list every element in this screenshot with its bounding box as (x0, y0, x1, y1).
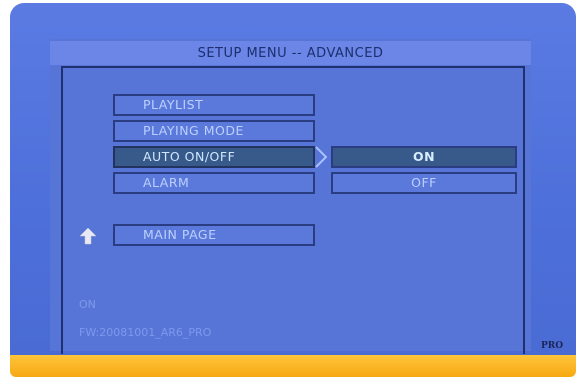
menu-item-label: AUTO ON/OFF (143, 149, 236, 164)
chevron-right-icon (315, 146, 328, 168)
option-off[interactable]: OFF (331, 172, 517, 194)
status-value: ON (79, 298, 96, 311)
option-label: ON (412, 149, 436, 164)
menu-item-label: PLAYLIST (143, 97, 204, 112)
menu-title: SETUP MENU -- ADVANCED (197, 45, 384, 61)
firmware-version: FW:20081001_AR6_PRO (79, 326, 212, 339)
menu-item-label: ALARM (143, 175, 190, 190)
option-label: OFF (411, 175, 437, 190)
option-on[interactable]: ON (331, 146, 517, 168)
menu-item-playlist[interactable]: PLAYLIST (113, 94, 315, 116)
menu-title-bar: SETUP MENU -- ADVANCED (50, 41, 531, 65)
main-page-label: MAIN PAGE (143, 227, 217, 242)
menu-item-alarm[interactable]: ALARM (113, 172, 315, 194)
menu-item-label: PLAYING MODE (143, 123, 244, 138)
menu-item-playing-mode[interactable]: PLAYING MODE (113, 120, 315, 142)
menu-item-auto-on-off[interactable]: AUTO ON/OFF (113, 146, 315, 168)
arrow-up-icon[interactable] (78, 226, 98, 246)
main-page-button[interactable]: MAIN PAGE (113, 224, 315, 246)
pro-badge: PRO (541, 341, 564, 351)
bottom-accent-bar (10, 355, 576, 377)
